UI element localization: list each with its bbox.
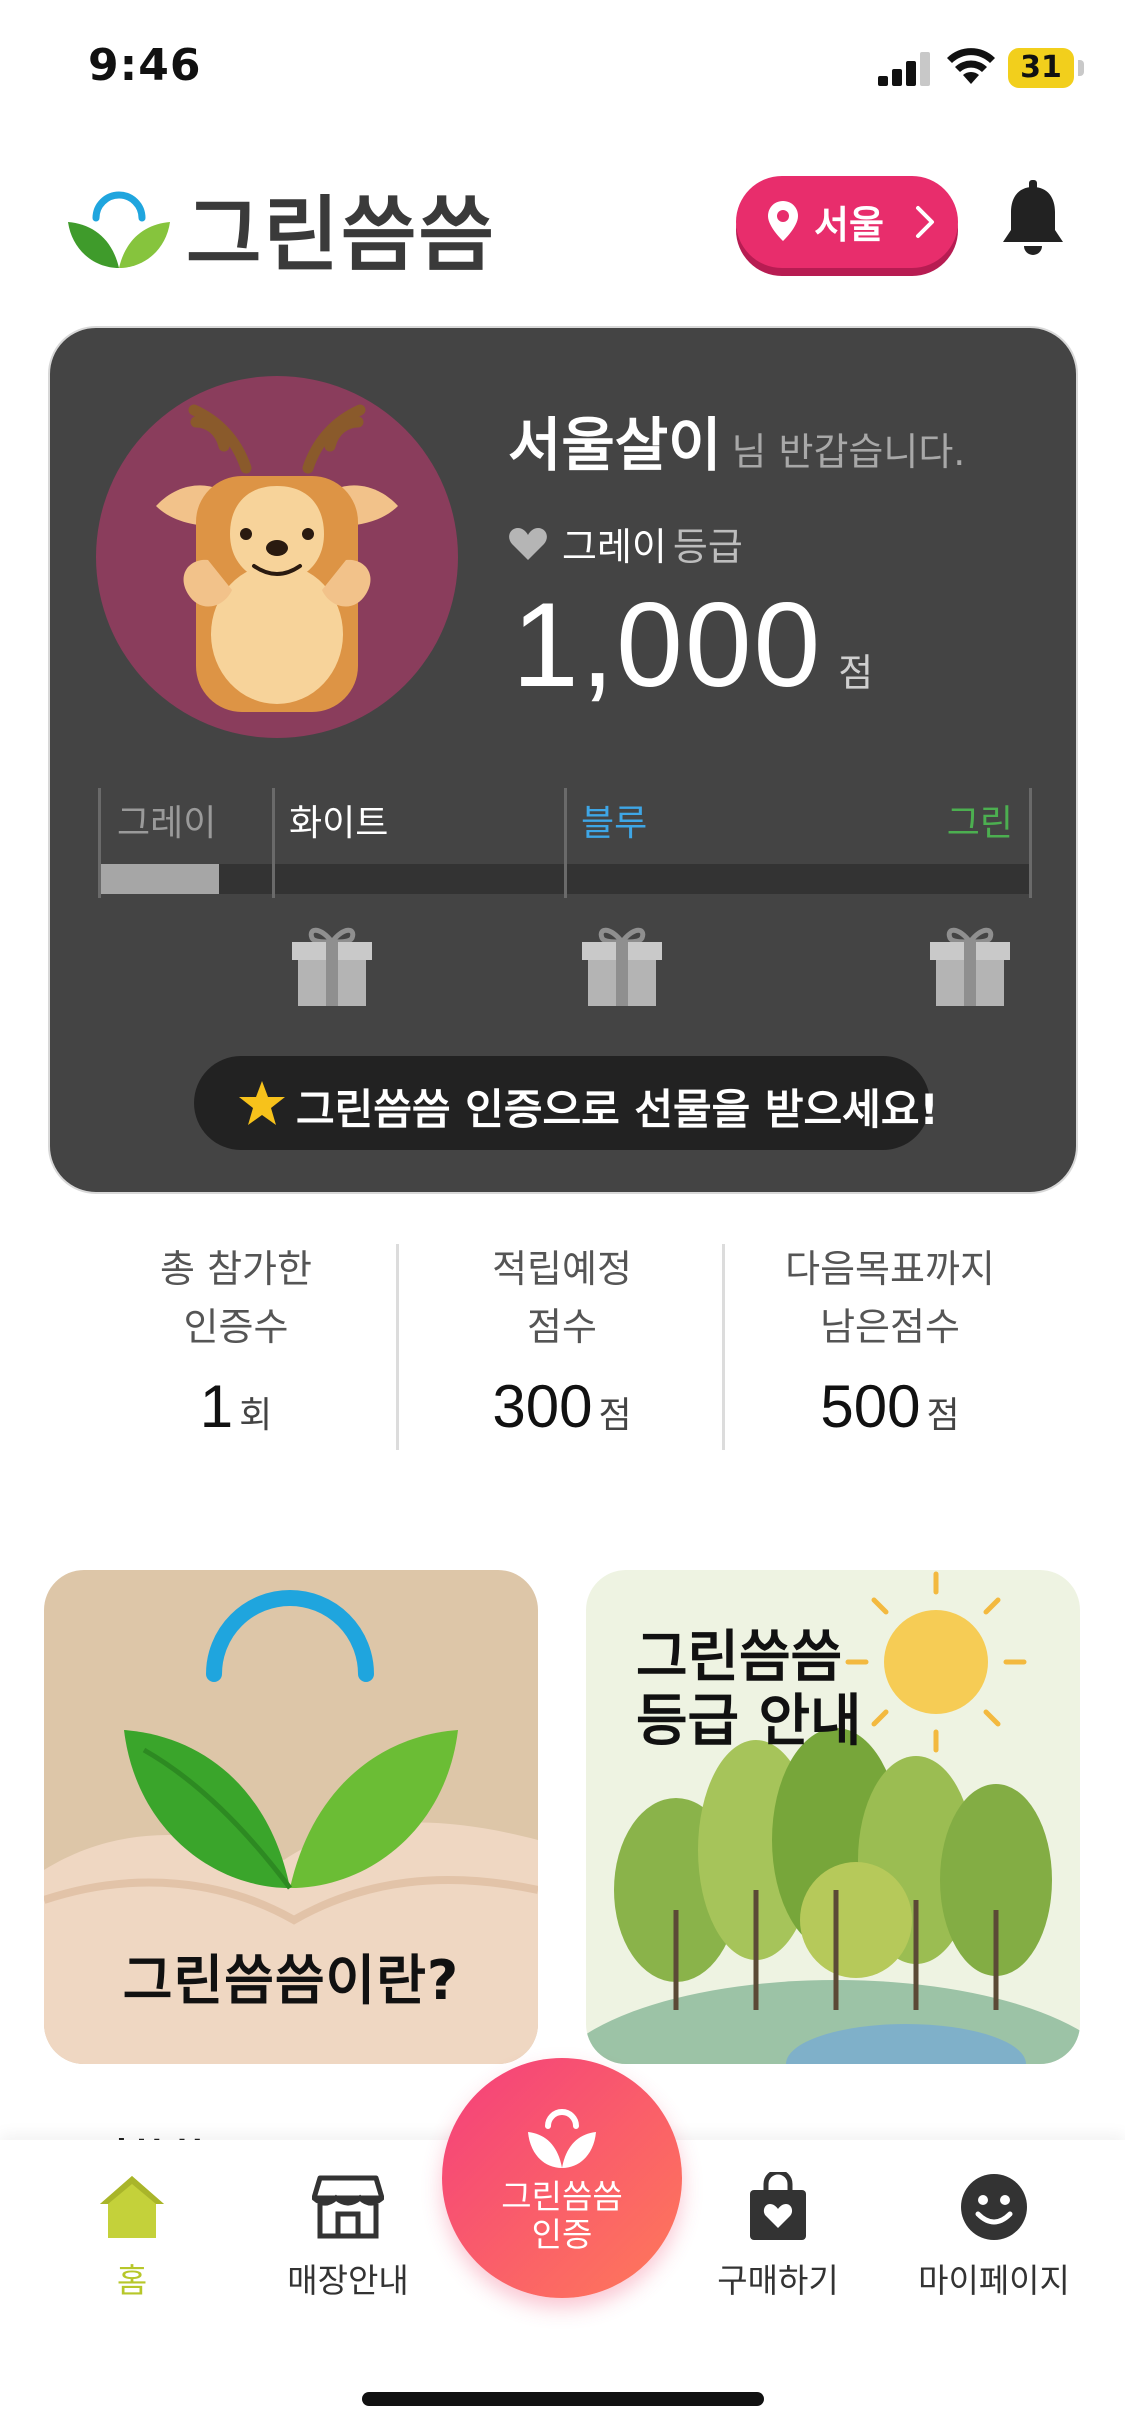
stat-unit: 점 [926,1395,960,1436]
store-icon [312,2175,384,2239]
tier-segment-gray: 그레이 [98,788,216,898]
gift-icon [292,927,372,1006]
tier-progress-fill [98,864,220,894]
stat-label-line1: 총 참가한 [160,1247,312,1291]
battery-level: 31 [1020,50,1062,85]
tier-segment-blue: 블루 [564,788,647,898]
deer-mascot-icon [156,404,398,712]
status-time: 9:46 [88,40,202,91]
battery-indicator: 31 [1008,48,1074,88]
greeting: 서울살이 님 반갑습니다. [508,398,965,482]
stat-unit: 회 [239,1395,273,1436]
tier-segment-white: 화이트 [272,788,388,898]
nav-certify-label-line1: 그린씀씀 [501,2177,623,2216]
promo-grade-title-line1: 그린씀씀 [636,1625,843,1690]
stat-value: 300 [492,1373,593,1440]
stat-unit: 점 [598,1395,632,1436]
star-icon [239,1081,285,1125]
promo-grade-title: 그린씀씀 등급 안내 [636,1626,862,1754]
heart-icon [509,527,547,560]
nav-mypage[interactable]: 마이페이지 [904,2172,1084,2302]
leaf-bag-icon [528,2109,596,2168]
promo-card-about[interactable]: 그린씀씀이란? [44,1570,538,2064]
tier-label-blue: 블루 [581,803,648,844]
battery-tail [1078,60,1084,76]
promo-grade-title-line2: 등급 안내 [636,1689,862,1754]
stat-label-line1: 다음목표까지 [785,1247,995,1291]
stat-label-line2: 점수 [527,1305,597,1349]
location-label: 서울 [814,203,884,247]
stat-divider [396,1244,399,1450]
nav-certify-label: 그린씀씀 인증 [442,2178,682,2254]
tier-label-white: 화이트 [289,803,389,844]
nav-buy[interactable]: 구매하기 [688,2172,868,2302]
stat-total-certifications: 총 참가한 인증수 1회 [86,1240,386,1441]
chevron-right-icon [916,206,934,238]
stat-label-line1: 적립예정 [492,1247,632,1291]
stat-label-line2: 남은점수 [820,1305,960,1349]
tier-progress-bar: 그레이 화이트 블루 그린 [98,788,1032,898]
home-icon [100,2176,164,2238]
avatar [96,376,458,738]
location-pin-icon [768,201,798,241]
logo-icon [68,191,170,268]
user-name: 서울살이 [508,411,722,479]
tier-label-gray: 그레이 [117,803,217,844]
gift-icon [582,927,662,1006]
nav-buy-label: 구매하기 [717,2261,839,2300]
wifi-icon [947,48,995,84]
nav-home[interactable]: 홈 [42,2172,222,2302]
home-indicator [362,2392,764,2406]
nav-certify-button[interactable]: 그린씀씀 인증 [442,2058,682,2298]
greeting-suffix: 님 반갑습니다. [731,430,966,474]
nav-mypage-label: 마이페이지 [918,2261,1070,2300]
gift-icon [930,927,1010,1006]
stat-value: 1 [199,1373,234,1440]
grade-row: 그레이 등급 [508,516,743,571]
promo-about-title: 그린씀씀이란? [122,1949,460,2012]
app-logo-text: 그린씀씀 [186,188,496,283]
grade-name: 그레이 [562,525,667,569]
notification-bell-icon[interactable] [1000,180,1066,258]
tier-label-green: 그린 [946,803,1013,844]
grade-suffix: 등급 [672,525,743,569]
stat-pending-points: 적립예정 점수 300 점 [412,1240,712,1441]
tier-segment-green: 그린 [947,788,1032,898]
profile-card: 서울살이 님 반갑습니다. 그레이 등급 1,000 점 그레이 화이트 블루 그린 [48,326,1078,1194]
nav-stores-label: 매장안내 [287,2261,409,2300]
points-row: 1,000 점 [512,576,873,714]
nav-certify-label-line2: 인증 [531,2215,593,2254]
promo-card-grade-guide[interactable]: 그린씀씀 등급 안내 [586,1570,1080,2064]
cert-reward-banner[interactable]: 그린씀씀 인증으로 선물을 받으세요! [194,1056,939,1150]
signal-icon [878,52,930,86]
stat-value: 500 [820,1373,921,1440]
stat-remaining-points: 다음목표까지 남은점수 500 점 [740,1240,1040,1441]
status-bar: 9:46 31 [0,0,1125,140]
cert-banner-text: 그린씀씀 인증으로 선물을 받으세요! [296,1085,939,1134]
points-value: 1,000 [512,578,823,712]
location-button[interactable]: 서울 [736,176,958,268]
stat-label-line2: 인증수 [183,1305,289,1349]
nav-stores[interactable]: 매장안내 [258,2172,438,2302]
stat-divider [722,1244,725,1450]
shopping-bag-icon [750,2172,806,2240]
points-unit: 점 [838,651,874,695]
nav-home-label: 홈 [116,2261,148,2300]
smiley-profile-icon [961,2174,1027,2240]
